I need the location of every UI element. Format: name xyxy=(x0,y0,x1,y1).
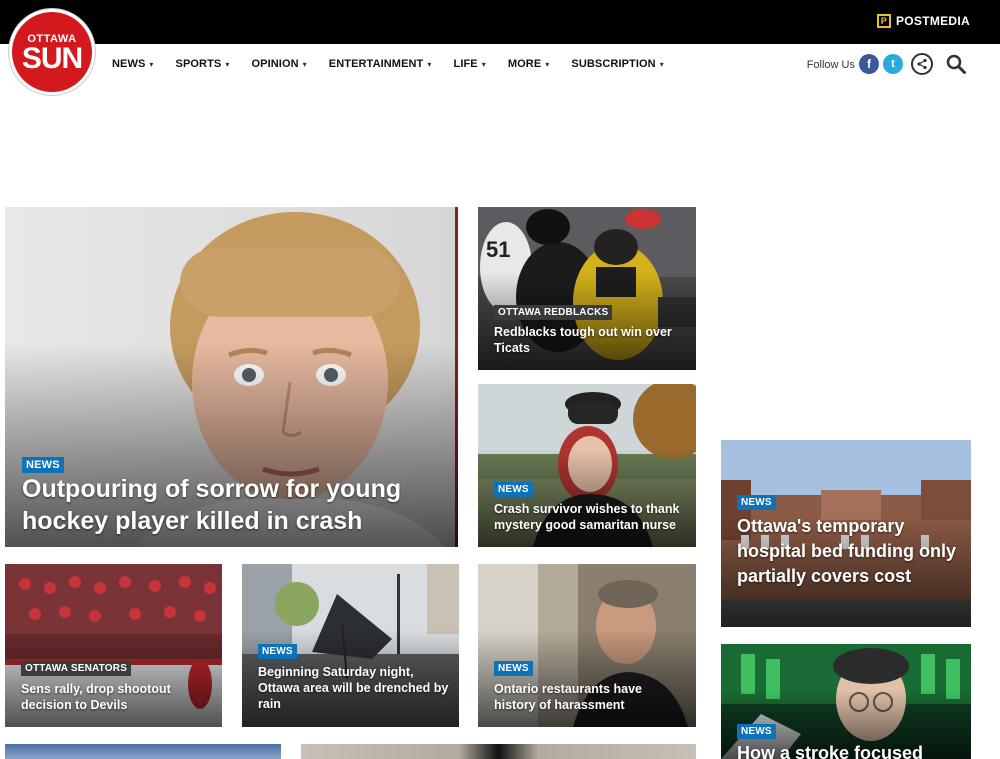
nav-sports-label: SPORTS xyxy=(175,58,222,70)
nav-subscription[interactable]: SUBSCRIPTION ▾ xyxy=(571,58,663,70)
chevron-down-icon: ▾ xyxy=(427,59,432,69)
logo-name: SUN xyxy=(21,42,83,75)
story-headline[interactable]: Beginning Saturday night, Ottawa area wi… xyxy=(258,664,453,712)
story-card[interactable]: NEWS Beginning Saturday night, Ottawa ar… xyxy=(242,564,459,727)
nav-subscription-label: SUBSCRIPTION xyxy=(571,58,656,70)
chevron-down-icon: ▾ xyxy=(302,59,307,69)
chevron-down-icon: ▾ xyxy=(481,59,486,69)
twitter-icon[interactable]: t xyxy=(883,54,903,74)
chevron-down-icon: ▾ xyxy=(659,59,664,69)
nav-life[interactable]: LIFE ▾ xyxy=(454,58,486,70)
nav-more-label: MORE xyxy=(507,58,542,70)
chevron-down-icon: ▾ xyxy=(545,59,550,69)
nav-news-label: NEWS xyxy=(112,58,146,70)
story-tag[interactable]: NEWS xyxy=(22,457,64,473)
story-headline[interactable]: How a stroke focused xyxy=(737,741,962,759)
follow-us-label: Follow Us xyxy=(806,59,855,71)
nav-news[interactable]: NEWS ▾ xyxy=(112,58,154,70)
svg-text:51: 51 xyxy=(486,237,510,262)
story-card[interactable]: NEWS How a stroke focused xyxy=(721,644,971,759)
facebook-icon[interactable]: f xyxy=(859,54,879,74)
story-tag[interactable]: NEWS xyxy=(494,482,533,497)
story-card[interactable]: NEWS Ottawa's temporary hospital bed fun… xyxy=(721,440,971,627)
main-nav: NEWS ▾ SPORTS ▾ OPINION ▾ ENTERTAINMENT ▾ LI… xyxy=(112,58,686,70)
story-tag[interactable]: NEWS xyxy=(258,644,297,659)
share-icon[interactable] xyxy=(911,53,933,75)
postmedia-label: POSTMEDIA xyxy=(895,14,970,28)
story-card[interactable]: 51 OTTAWA REDBLACKS Redblacks tough out … xyxy=(478,207,696,370)
story-tag[interactable]: NEWS xyxy=(494,661,533,676)
postmedia-logo-icon: P xyxy=(876,14,891,28)
story-tag[interactable]: NEWS xyxy=(737,724,776,739)
story-headline[interactable]: Ontario restaurants have history of hara… xyxy=(494,681,684,713)
top-bar: P POSTMEDIA xyxy=(0,0,1000,44)
search-icon[interactable] xyxy=(946,54,966,74)
chevron-down-icon: ▾ xyxy=(149,59,154,69)
story-headline[interactable]: Redblacks tough out win over Ticats xyxy=(494,324,684,356)
story-card[interactable]: OTTAWA SENATORS Sens rally, drop shootou… xyxy=(5,564,222,727)
story-card[interactable] xyxy=(5,744,281,759)
site-logo[interactable]: OTTAWA SUN xyxy=(8,8,96,96)
nav-more[interactable]: MORE ▾ xyxy=(508,58,550,70)
story-tag[interactable]: NEWS xyxy=(737,495,776,510)
nav-opinion-label: OPINION xyxy=(251,58,299,70)
story-card[interactable] xyxy=(301,744,696,759)
logo-badge: OTTAWA SUN xyxy=(12,12,92,92)
nav-life-label: LIFE xyxy=(453,58,478,70)
story-headline[interactable]: Outpouring of sorrow for young hockey pl… xyxy=(22,473,422,537)
story-headline[interactable]: Crash survivor wishes to thank mystery g… xyxy=(494,501,689,533)
story-headline[interactable]: Ottawa's temporary hospital bed funding … xyxy=(737,514,962,589)
chevron-down-icon: ▾ xyxy=(225,59,230,69)
story-card[interactable]: NEWS Crash survivor wishes to thank myst… xyxy=(478,384,696,547)
story-tag[interactable]: OTTAWA REDBLACKS xyxy=(494,305,613,320)
postmedia-link[interactable]: P POSTMEDIA xyxy=(876,14,970,28)
nav-entertainment-label: ENTERTAINMENT xyxy=(328,58,424,70)
story-card-hero[interactable]: NEWS Outpouring of sorrow for young hock… xyxy=(5,207,458,547)
story-headline[interactable]: Sens rally, drop shootout decision to De… xyxy=(21,681,211,713)
nav-sports[interactable]: SPORTS ▾ xyxy=(176,58,230,70)
nav-entertainment[interactable]: ENTERTAINMENT ▾ xyxy=(329,58,432,70)
nav-opinion[interactable]: OPINION ▾ xyxy=(252,58,307,70)
story-card[interactable]: NEWS Ontario restaurants have history of… xyxy=(478,564,696,727)
story-tag[interactable]: OTTAWA SENATORS xyxy=(21,661,132,676)
